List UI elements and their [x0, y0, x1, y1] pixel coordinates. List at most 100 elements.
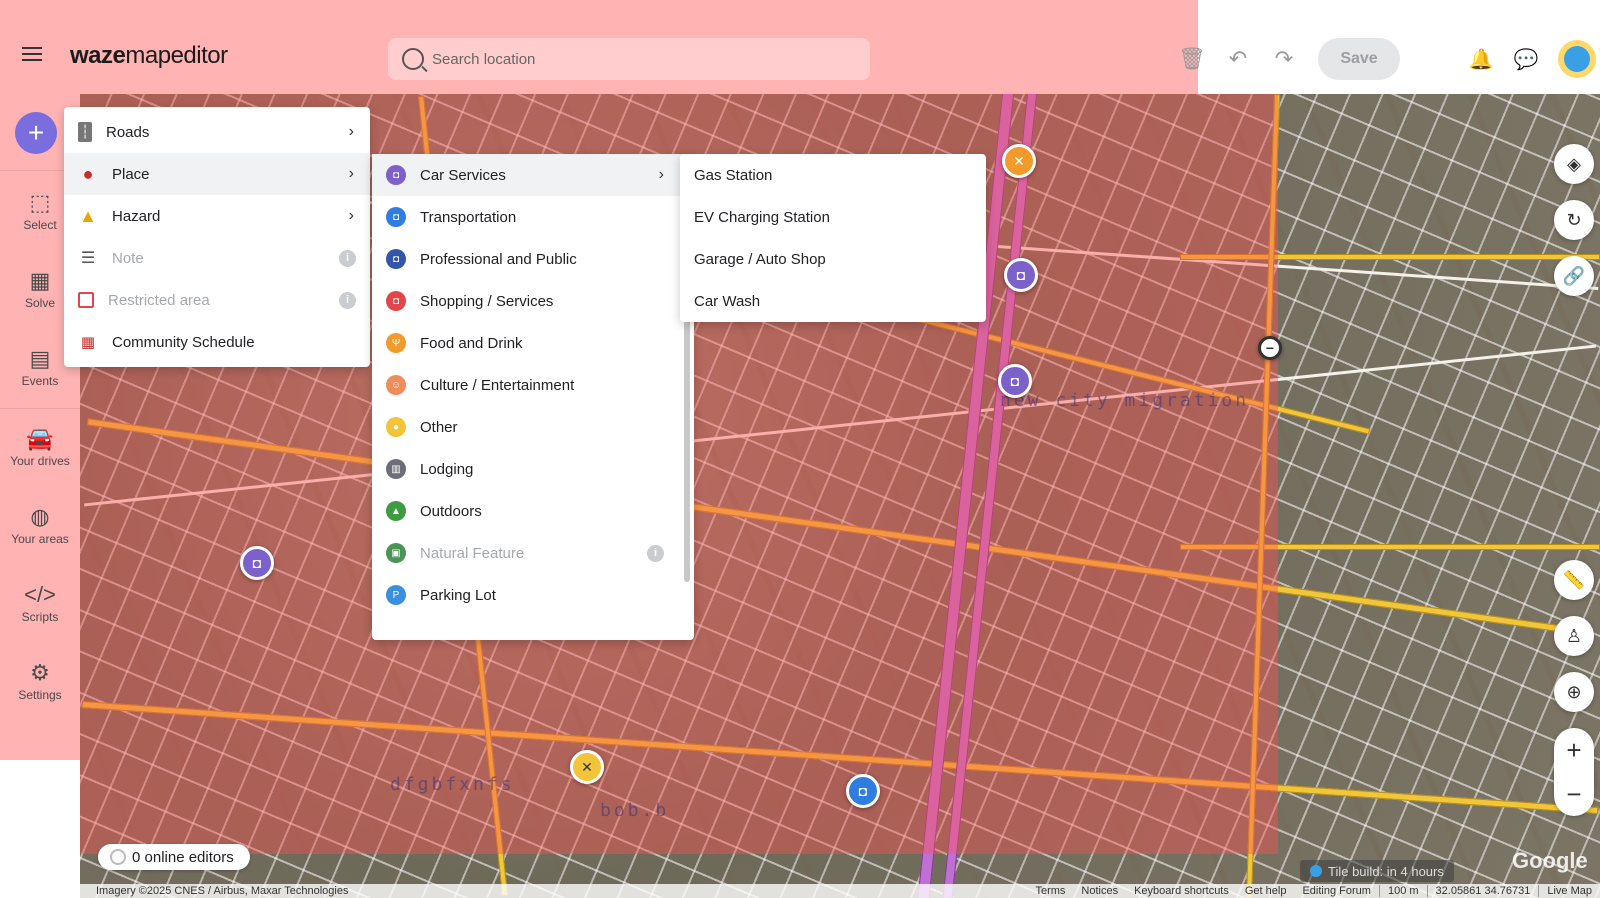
map-label: bob.b — [600, 800, 670, 821]
save-button[interactable]: Save — [1318, 38, 1400, 80]
footer-link-editing-forum[interactable]: Editing Forum — [1294, 885, 1378, 897]
menu-item-label: Community Schedule — [112, 333, 255, 351]
menu-item-label: Garage / Auto Shop — [694, 250, 826, 268]
tile-build-status[interactable]: Tile build: in 4 hours — [1300, 860, 1454, 882]
menu-item-label: Car Wash — [694, 292, 761, 310]
place-marker[interactable]: ◘ — [846, 774, 880, 808]
place-category-menu: ◘ Car Services › ◘ Transportation ◘ Prof… — [372, 154, 694, 640]
car-wash-marker[interactable]: ✕ — [1002, 144, 1036, 178]
select-icon: ⬚ — [29, 190, 51, 215]
map-footer: Imagery ©2025 CNES / Airbus, Maxar Techn… — [80, 884, 1600, 898]
solve-icon: ▦ — [29, 268, 51, 293]
menu-item-garage-auto-shop[interactable]: Garage / Auto Shop — [680, 238, 986, 280]
tile-build-text: Tile build: in 4 hours — [1328, 863, 1444, 879]
transportation-icon: ◘ — [386, 207, 406, 227]
menu-item-label: Roads — [106, 123, 150, 141]
ruler-icon[interactable]: 📏 — [1554, 560, 1594, 600]
app-root: new city migration dfgbfxnfs bob.b ✕ ◘ ◘… — [0, 0, 1600, 898]
search-input[interactable] — [432, 50, 832, 68]
hamburger-menu-icon[interactable] — [22, 47, 42, 61]
menu-item-label: Car Services — [420, 166, 506, 184]
menu-item-restricted-area[interactable]: Restricted area i — [64, 279, 370, 321]
info-icon[interactable]: i — [339, 249, 356, 267]
menu-item-ev-charging-station[interactable]: EV Charging Station — [680, 196, 986, 238]
waze-icon — [1310, 865, 1322, 877]
menu-item-culture-entertainment[interactable]: ☺ Culture / Entertainment — [372, 364, 694, 406]
menu-item-other[interactable]: ● Other — [372, 406, 694, 448]
chevron-right-icon: › — [348, 165, 354, 182]
place-marker[interactable]: ◘ — [998, 364, 1032, 398]
sidebar-item-settings[interactable]: ⚙ Settings — [0, 644, 80, 718]
menu-item-label: EV Charging Station — [694, 208, 830, 226]
parking-icon: P — [386, 585, 406, 605]
code-icon: </> — [24, 582, 56, 607]
menu-item-gas-station[interactable]: Gas Station — [680, 154, 986, 196]
menu-item-roads[interactable]: ┆ Roads › — [64, 111, 370, 153]
footer-link-keyboard-shortcuts[interactable]: Keyboard shortcuts — [1126, 885, 1237, 897]
redo-icon[interactable]: ↷ — [1270, 45, 1298, 73]
footer-link-notices[interactable]: Notices — [1073, 885, 1126, 897]
menu-item-natural-feature[interactable]: ▣ Natural Feature i — [372, 532, 694, 574]
footer-link-terms[interactable]: Terms — [1027, 885, 1073, 897]
menu-item-label: Food and Drink — [420, 334, 523, 352]
menu-item-place[interactable]: ● Place › — [64, 153, 370, 195]
menu-item-car-wash[interactable]: Car Wash — [680, 280, 986, 322]
sidebar-item-label: Your drives — [10, 454, 70, 468]
food-drink-icon: Ψ — [386, 333, 406, 353]
permalink-icon[interactable]: 🔗 — [1554, 256, 1594, 296]
menu-item-label: Restricted area — [108, 291, 210, 309]
zoom-in-button[interactable]: + — [1554, 728, 1594, 772]
menu-item-transportation[interactable]: ◘ Transportation — [372, 196, 694, 238]
layers-icon[interactable]: ◈ — [1554, 144, 1594, 184]
refresh-icon[interactable]: ↻ — [1554, 200, 1594, 240]
online-editors-badge[interactable]: 0 online editors — [98, 844, 250, 870]
info-icon[interactable]: i — [647, 544, 664, 562]
info-icon[interactable]: i — [339, 291, 356, 309]
menu-item-professional-public[interactable]: ◘ Professional and Public — [372, 238, 694, 280]
menu-item-hazard[interactable]: ▲ Hazard › — [64, 195, 370, 237]
professional-public-icon: ◘ — [386, 249, 406, 269]
sidebar-item-scripts[interactable]: </> Scripts — [0, 566, 80, 640]
place-marker[interactable]: ◘ — [1004, 258, 1038, 292]
map-node-marker[interactable]: − — [1258, 336, 1282, 360]
zoom-out-button[interactable]: − — [1554, 772, 1594, 816]
menu-item-note[interactable]: ☰ Note i — [64, 237, 370, 279]
place-pin-icon: ● — [82, 163, 94, 184]
zoom-control: + − — [1554, 728, 1594, 816]
chat-icon[interactable]: 💬 — [1512, 45, 1540, 73]
chevron-right-icon: › — [348, 207, 354, 224]
menu-item-outdoors[interactable]: ▲ Outdoors — [372, 490, 694, 532]
sidebar-item-your-drives[interactable]: 🚘 Your drives — [0, 410, 80, 484]
notifications-bell-icon[interactable]: 🔔 — [1467, 45, 1495, 73]
map-road — [1180, 254, 1600, 260]
street-view-icon[interactable]: ♙ — [1554, 616, 1594, 656]
add-button[interactable]: + — [15, 112, 57, 154]
menu-item-label: Natural Feature — [420, 544, 525, 562]
place-marker[interactable]: ◘ — [240, 546, 274, 580]
menu-item-label: Professional and Public — [420, 250, 577, 268]
menu-item-label: Hazard — [112, 207, 161, 225]
sidebar-item-your-areas[interactable]: ◍ Your areas — [0, 488, 80, 562]
scale-bar: 100 m — [1378, 885, 1427, 897]
place-marker[interactable]: ✕ — [570, 750, 604, 784]
locate-me-icon[interactable]: ⊕ — [1554, 672, 1594, 712]
undo-icon[interactable]: ↶ — [1224, 45, 1252, 73]
menu-item-lodging[interactable]: ▥ Lodging — [372, 448, 694, 490]
menu-item-shopping-services[interactable]: ◘ Shopping / Services — [372, 280, 694, 322]
delete-icon[interactable]: 🗑 — [1178, 45, 1206, 73]
menu-item-car-services[interactable]: ◘ Car Services › — [372, 154, 694, 196]
sidebar-divider — [0, 408, 80, 409]
calendar-icon: ▤ — [29, 346, 51, 371]
menu-item-label: Outdoors — [420, 502, 482, 520]
menu-item-parking-lot[interactable]: P Parking Lot — [372, 574, 694, 616]
menu-item-food-drink[interactable]: Ψ Food and Drink — [372, 322, 694, 364]
note-icon: ☰ — [80, 250, 96, 267]
menu-item-community-schedule[interactable]: ▦ Community Schedule — [64, 321, 370, 363]
menu-item-label: Lodging — [420, 460, 474, 478]
footer-link-get-help[interactable]: Get help — [1237, 885, 1295, 897]
user-avatar[interactable] — [1558, 40, 1596, 78]
chevron-right-icon: › — [658, 166, 664, 183]
sidebar-item-label: Events — [21, 374, 59, 388]
footer-link-live-map[interactable]: Live Map — [1538, 885, 1600, 897]
search-bar[interactable] — [388, 38, 870, 80]
